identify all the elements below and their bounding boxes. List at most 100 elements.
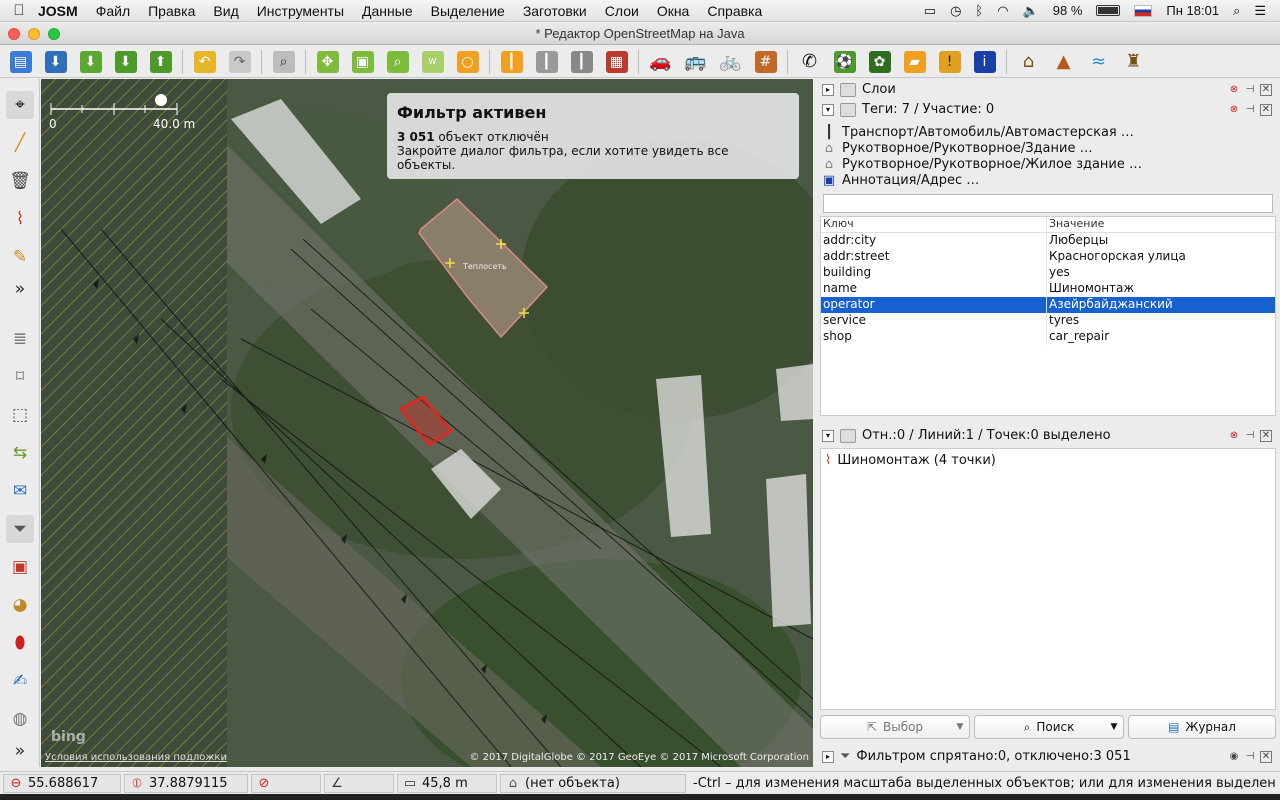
tag-filter-input[interactable] bbox=[823, 194, 1273, 213]
table-row-selected[interactable]: operator Азейрбайджанский bbox=[821, 297, 1275, 313]
apple-icon[interactable]:  bbox=[0, 2, 38, 19]
save-button[interactable]: ⬇ bbox=[39, 48, 72, 76]
filter-panel-header[interactable]: ▸ ⏷ Фильтром спрятано:0, отключено:3 051… bbox=[818, 747, 1278, 766]
more-toggles-button[interactable]: » bbox=[6, 737, 34, 765]
toggle-wiki-button[interactable]: ◍ bbox=[6, 705, 34, 733]
toggle-tags-button[interactable]: ⌑ bbox=[6, 363, 34, 391]
preset-path-button[interactable]: ┃ bbox=[530, 48, 563, 76]
menu-data[interactable]: Данные bbox=[362, 3, 413, 19]
input-source-flag-icon[interactable] bbox=[1134, 4, 1153, 17]
chevron-down-icon[interactable]: ▼ bbox=[953, 719, 967, 735]
longitude-field[interactable]: ⦶ 37.8879115 bbox=[124, 773, 248, 793]
close-panel-icon[interactable]: ✕ bbox=[1260, 429, 1272, 442]
redo-button[interactable]: ↷ bbox=[223, 48, 256, 76]
preset-sport-button[interactable]: ⚽ bbox=[828, 48, 861, 76]
close-window-button[interactable] bbox=[8, 28, 20, 40]
wms-tms-button[interactable]: W bbox=[416, 48, 449, 76]
imagery-terms-link[interactable]: Условия использования подложки bbox=[45, 752, 227, 763]
toggle-styles-button[interactable]: ◕ bbox=[6, 591, 34, 619]
toggle-layers-button[interactable]: ≣ bbox=[6, 325, 34, 353]
download-data-button[interactable]: ⬇ bbox=[74, 48, 107, 76]
close-panel-icon[interactable]: ✕ bbox=[1260, 750, 1272, 763]
table-row[interactable]: name Шиномонтаж bbox=[821, 281, 1275, 297]
toggle-notes-button[interactable]: ✉ bbox=[6, 477, 34, 505]
preset-link[interactable]: ▣ Аннотация/Адрес … bbox=[822, 172, 1274, 188]
panel-settings-icon[interactable]: ⊗ bbox=[1228, 430, 1240, 442]
table-row[interactable]: addr:street Красногорская улица bbox=[821, 249, 1275, 265]
map-view[interactable]: Теплосеть 0 40.0 m Фильтр активен 3 051 … bbox=[41, 79, 813, 767]
menu-layers[interactable]: Слои bbox=[605, 3, 639, 19]
preset-industrial-button[interactable]: ⌂ bbox=[1012, 48, 1045, 76]
expand-triangle-icon[interactable]: ▸ bbox=[822, 83, 834, 96]
parallel-mode-button[interactable]: ✎ bbox=[6, 243, 34, 271]
download-in-view-button[interactable]: ⬇ bbox=[109, 48, 142, 76]
battery-icon[interactable] bbox=[1096, 5, 1121, 16]
heading-field[interactable]: ⊘ bbox=[251, 773, 321, 793]
improve-way-button[interactable]: ⌇ bbox=[6, 205, 34, 233]
zoom-window-button[interactable] bbox=[48, 28, 60, 40]
history-button[interactable]: ▤ Журнал bbox=[1128, 715, 1276, 739]
preset-wall-button[interactable]: ▦ bbox=[600, 48, 633, 76]
tags-panel-header[interactable]: ▾ Теги: 7 / Участие: 0 ⊗ ⊣ ✕ bbox=[818, 100, 1278, 119]
table-row[interactable]: addr:city Люберцы bbox=[821, 233, 1275, 249]
preset-bus-button[interactable]: 🚌 bbox=[679, 48, 712, 76]
preset-track-button[interactable]: ┃ bbox=[565, 48, 598, 76]
upload-button[interactable]: ⬆ bbox=[144, 48, 177, 76]
layers-panel-header[interactable]: ▸ Слои ⊗ ⊣ ✕ bbox=[818, 80, 1278, 99]
preset-phone-button[interactable]: ✆ bbox=[793, 48, 826, 76]
object-field[interactable]: ⌂ (нет объекта) bbox=[500, 773, 686, 793]
select-mode-button[interactable]: ⌖ bbox=[6, 91, 34, 119]
detach-panel-icon[interactable]: ⊣ bbox=[1244, 84, 1256, 96]
list-item[interactable]: ⌇ Шиномонтаж (4 точки) bbox=[821, 451, 1275, 469]
close-panel-icon[interactable]: ✕ bbox=[1260, 103, 1272, 116]
preset-bicycle-button[interactable]: 🚲 bbox=[714, 48, 747, 76]
panel-settings-icon[interactable]: ⊗ bbox=[1228, 104, 1240, 116]
ring-tool-button[interactable]: ○ bbox=[451, 48, 484, 76]
more-modes-button[interactable]: » bbox=[6, 275, 34, 303]
toggle-selection-button[interactable]: ⬚ bbox=[6, 401, 34, 429]
spotlight-icon[interactable]: ⌕ bbox=[1233, 3, 1240, 19]
distance-field[interactable]: ▭ 45,8 m bbox=[397, 773, 497, 793]
table-row[interactable]: shop car_repair bbox=[821, 329, 1275, 345]
draw-mode-button[interactable]: ╱ bbox=[6, 129, 34, 157]
detach-panel-icon[interactable]: ⊣ bbox=[1244, 751, 1256, 763]
bluetooth-icon[interactable]: ᛒ bbox=[975, 3, 983, 18]
delete-mode-button[interactable]: 🗑 bbox=[6, 167, 34, 195]
battery-percent[interactable]: 98 % bbox=[1053, 3, 1083, 18]
menu-selection[interactable]: Выделение bbox=[431, 3, 505, 19]
preset-link[interactable]: ┃ Транспорт/Автомобиль/Автомастерская … bbox=[822, 124, 1274, 140]
preset-water-button[interactable]: ≈ bbox=[1082, 48, 1115, 76]
preset-info-button[interactable]: i bbox=[968, 48, 1001, 76]
toggle-changesets-button[interactable]: ✍ bbox=[6, 667, 34, 695]
menu-edit[interactable]: Правка bbox=[148, 3, 195, 19]
menu-tools[interactable]: Инструменты bbox=[257, 3, 344, 19]
select-button[interactable]: ⇱ Выбор ▼ bbox=[820, 715, 970, 739]
menu-file[interactable]: Файл bbox=[96, 3, 130, 19]
search-button[interactable]: ⌕ Поиск ▼ bbox=[974, 715, 1124, 739]
preferences-button[interactable]: ⌕ bbox=[267, 48, 300, 76]
preset-link[interactable]: ⌂ Рукотворное/Рукотворное/Жилое здание … bbox=[822, 156, 1274, 172]
app-menu[interactable]: JOSM bbox=[38, 3, 78, 19]
preset-castle-button[interactable]: ♜ bbox=[1117, 48, 1150, 76]
preset-car-button[interactable]: 🚗 bbox=[644, 48, 677, 76]
toggle-validator-button[interactable]: ⬮ bbox=[6, 629, 34, 657]
value-column-header[interactable]: Значение bbox=[1047, 217, 1275, 232]
menu-view[interactable]: Вид bbox=[213, 3, 238, 19]
preset-link[interactable]: ⌂ Рукотворное/Рукотворное/Здание … bbox=[822, 140, 1274, 156]
toggle-commands-button[interactable]: ⇆ bbox=[6, 439, 34, 467]
wifi-icon[interactable]: ◠ bbox=[997, 3, 1008, 19]
notification-center-icon[interactable]: ☰ bbox=[1254, 3, 1266, 19]
table-row[interactable]: building yes bbox=[821, 265, 1275, 281]
chevron-down-icon[interactable]: ▼ bbox=[1107, 719, 1121, 735]
key-column-header[interactable]: Ключ bbox=[821, 217, 1047, 232]
preset-warning-button[interactable]: ! bbox=[933, 48, 966, 76]
open-file-button[interactable]: ▤ bbox=[4, 48, 37, 76]
tag-table[interactable]: Ключ Значение addr:city Люберцы addr:stre… bbox=[820, 216, 1276, 416]
menu-presets[interactable]: Заготовки bbox=[523, 3, 587, 19]
toggle-relations-button[interactable]: ▣ bbox=[6, 553, 34, 581]
selection-panel-header[interactable]: ▾ Отн.:0 / Линий:1 / Точек:0 выделено ⊗ … bbox=[818, 426, 1278, 445]
collapse-triangle-icon[interactable]: ▾ bbox=[822, 103, 834, 116]
selection-list[interactable]: ⌇ Шиномонтаж (4 точки) bbox=[820, 448, 1276, 710]
angle-field[interactable]: ∠ bbox=[324, 773, 394, 793]
eye-icon[interactable]: ◉ bbox=[1228, 751, 1240, 763]
